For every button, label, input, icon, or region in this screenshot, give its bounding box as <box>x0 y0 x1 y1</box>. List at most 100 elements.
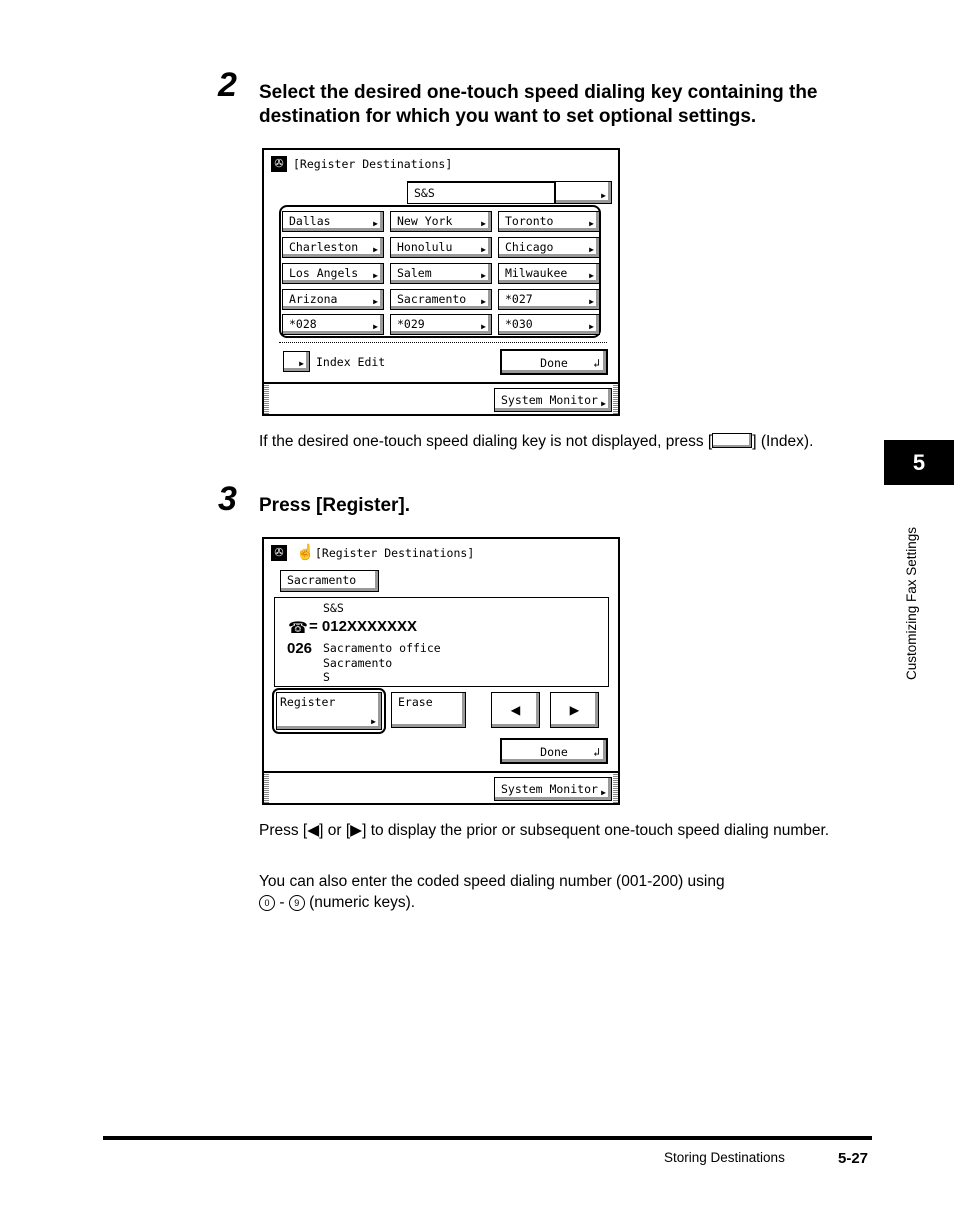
triangle-right-icon: ▶ <box>373 245 378 254</box>
register-label: Register <box>280 695 336 709</box>
triangle-right-icon: ▶ <box>373 322 378 331</box>
dropdown-button[interactable]: ▶ <box>555 181 612 204</box>
key-label: New York <box>397 214 453 228</box>
info-code: 026 <box>287 640 313 657</box>
triangle-right-icon: ▶ <box>481 322 486 331</box>
one-touch-key[interactable]: Los Angels ▶ <box>282 263 384 284</box>
key-label: *029 <box>397 317 425 331</box>
info-line: Sacramento <box>323 655 393 670</box>
destination-info-panel: S&S ☎ = 012XXXXXXX 026 Sacramento office… <box>274 597 609 687</box>
return-icon: ↲ <box>593 745 600 759</box>
key-label: Arizona <box>289 292 338 306</box>
system-monitor-label: System Monitor <box>501 393 598 407</box>
info-line: Sacramento office <box>323 641 441 655</box>
triangle-right-icon: ▶ <box>569 700 580 719</box>
status-bar: System Monitor ▶ <box>264 382 618 414</box>
step3-note1: Press [◀] or [▶] to display the prior or… <box>259 822 830 839</box>
numeric-key-0-icon: 0 <box>259 895 275 911</box>
screen-title: [Register Destinations] <box>293 157 453 171</box>
triangle-right-icon: ▶ <box>481 245 486 254</box>
note-text: (numeric keys). <box>309 894 416 911</box>
key-label: *030 <box>505 317 533 331</box>
step-number: 2 <box>218 66 237 104</box>
info-name: S&S <box>323 601 344 615</box>
system-monitor-button[interactable]: System Monitor ▶ <box>494 388 612 412</box>
triangle-right-icon: ▶ <box>481 297 486 306</box>
key-label: *027 <box>505 292 533 306</box>
telephone-icon: ☎ <box>288 620 308 637</box>
key-label: Los Angels <box>289 266 359 280</box>
triangle-right-icon: ▶ <box>373 297 378 306</box>
system-monitor-button[interactable]: System Monitor ▶ <box>494 777 612 801</box>
key-label: Dallas <box>289 214 331 228</box>
triangle-right-icon: ▶ <box>589 322 594 331</box>
triangle-right-icon: ▶ <box>299 359 304 368</box>
page-number: 5-27 <box>838 1150 869 1167</box>
info-number: = 012XXXXXXX <box>309 618 417 635</box>
key-label: Chicago <box>505 240 554 254</box>
one-touch-key[interactable]: Sacramento ▶ <box>390 289 492 310</box>
triangle-right-icon: ▶ <box>601 191 606 200</box>
previous-button[interactable]: ◀ <box>491 692 540 728</box>
key-label: Charleston <box>289 240 359 254</box>
manual-page: 2 Select the desired one-touch speed dia… <box>0 0 954 1227</box>
app-logo-icon: ✇ <box>271 545 287 561</box>
index-edit-label: Index Edit <box>316 355 386 369</box>
one-touch-key[interactable]: New York ▶ <box>390 211 492 232</box>
key-label: *028 <box>289 317 317 331</box>
keypad-hand-icon: ☝ <box>296 544 315 561</box>
note-text: - <box>279 894 285 911</box>
one-touch-key[interactable]: Dallas ▶ <box>282 211 384 232</box>
status-bar: System Monitor ▶ <box>264 771 618 803</box>
one-touch-key[interactable]: Salem ▶ <box>390 263 492 284</box>
heading-line: Select the desired one-touch speed diali… <box>259 82 818 103</box>
index-key-icon <box>712 433 753 448</box>
one-touch-key[interactable]: *027 ▶ <box>498 289 600 310</box>
index-button[interactable]: ▶ <box>283 351 310 372</box>
erase-button[interactable]: Erase <box>391 692 466 728</box>
one-touch-key[interactable]: Honolulu ▶ <box>390 237 492 258</box>
footer-rule <box>103 1136 872 1140</box>
triangle-left-icon: ◀ <box>510 700 521 719</box>
key-label: Honolulu <box>397 240 453 254</box>
hatch <box>264 773 269 803</box>
one-touch-key[interactable]: Chicago ▶ <box>498 237 600 258</box>
one-touch-key[interactable]: Milwaukee ▶ <box>498 263 600 284</box>
info-lines: Sacramento office Sacramento S <box>323 641 441 685</box>
next-button[interactable]: ▶ <box>550 692 599 728</box>
note-text: You can also enter the coded speed diali… <box>259 873 725 890</box>
register-button[interactable]: Register ▶ <box>276 692 382 730</box>
hatch <box>613 384 618 414</box>
screen-register-destinations-list: ✇ [Register Destinations] S&S ▶ Dallas ▶ N… <box>262 148 620 416</box>
numeric-key-9-icon: 9 <box>288 895 305 911</box>
done-button[interactable]: Done ↲ <box>500 738 608 764</box>
step-number: 3 <box>218 480 237 518</box>
destination-name-field[interactable]: S&S <box>407 181 555 204</box>
one-touch-key[interactable]: Charleston ▶ <box>282 237 384 258</box>
triangle-right-icon: ▶ <box>373 219 378 228</box>
one-touch-key[interactable]: *030 ▶ <box>498 314 600 335</box>
triangle-right-icon: ▶ <box>601 399 606 408</box>
done-label: Done <box>540 356 568 370</box>
return-icon: ↲ <box>593 356 600 370</box>
sacramento-name-button[interactable]: Sacramento <box>280 570 379 592</box>
step-heading: Select the desired one-touch speed diali… <box>259 81 818 129</box>
key-label: Milwaukee <box>505 266 568 280</box>
one-touch-key[interactable]: Arizona ▶ <box>282 289 384 310</box>
one-touch-key[interactable]: *029 ▶ <box>390 314 492 335</box>
screen-register-destination-detail: ✇ ☝ [Register Destinations] Sacramento S… <box>262 537 620 805</box>
divider <box>279 342 607 343</box>
footer-section: Storing Destinations <box>664 1150 785 1165</box>
key-label: Toronto <box>505 214 554 228</box>
triangle-right-icon: ▶ <box>481 271 486 280</box>
one-touch-key[interactable]: *028 ▶ <box>282 314 384 335</box>
chapter-label: Customizing Fax Settings <box>904 526 919 680</box>
heading-line: destination for which you want to set op… <box>259 106 757 127</box>
step-heading: Press [Register]. <box>259 495 411 516</box>
one-touch-key[interactable]: Toronto ▶ <box>498 211 600 232</box>
triangle-right-icon: ▶ <box>589 271 594 280</box>
key-label: Salem <box>397 266 432 280</box>
screen-title: [Register Destinations] <box>315 546 475 560</box>
chapter-tab: 5 <box>884 440 954 485</box>
done-button[interactable]: Done ↲ <box>500 349 608 375</box>
